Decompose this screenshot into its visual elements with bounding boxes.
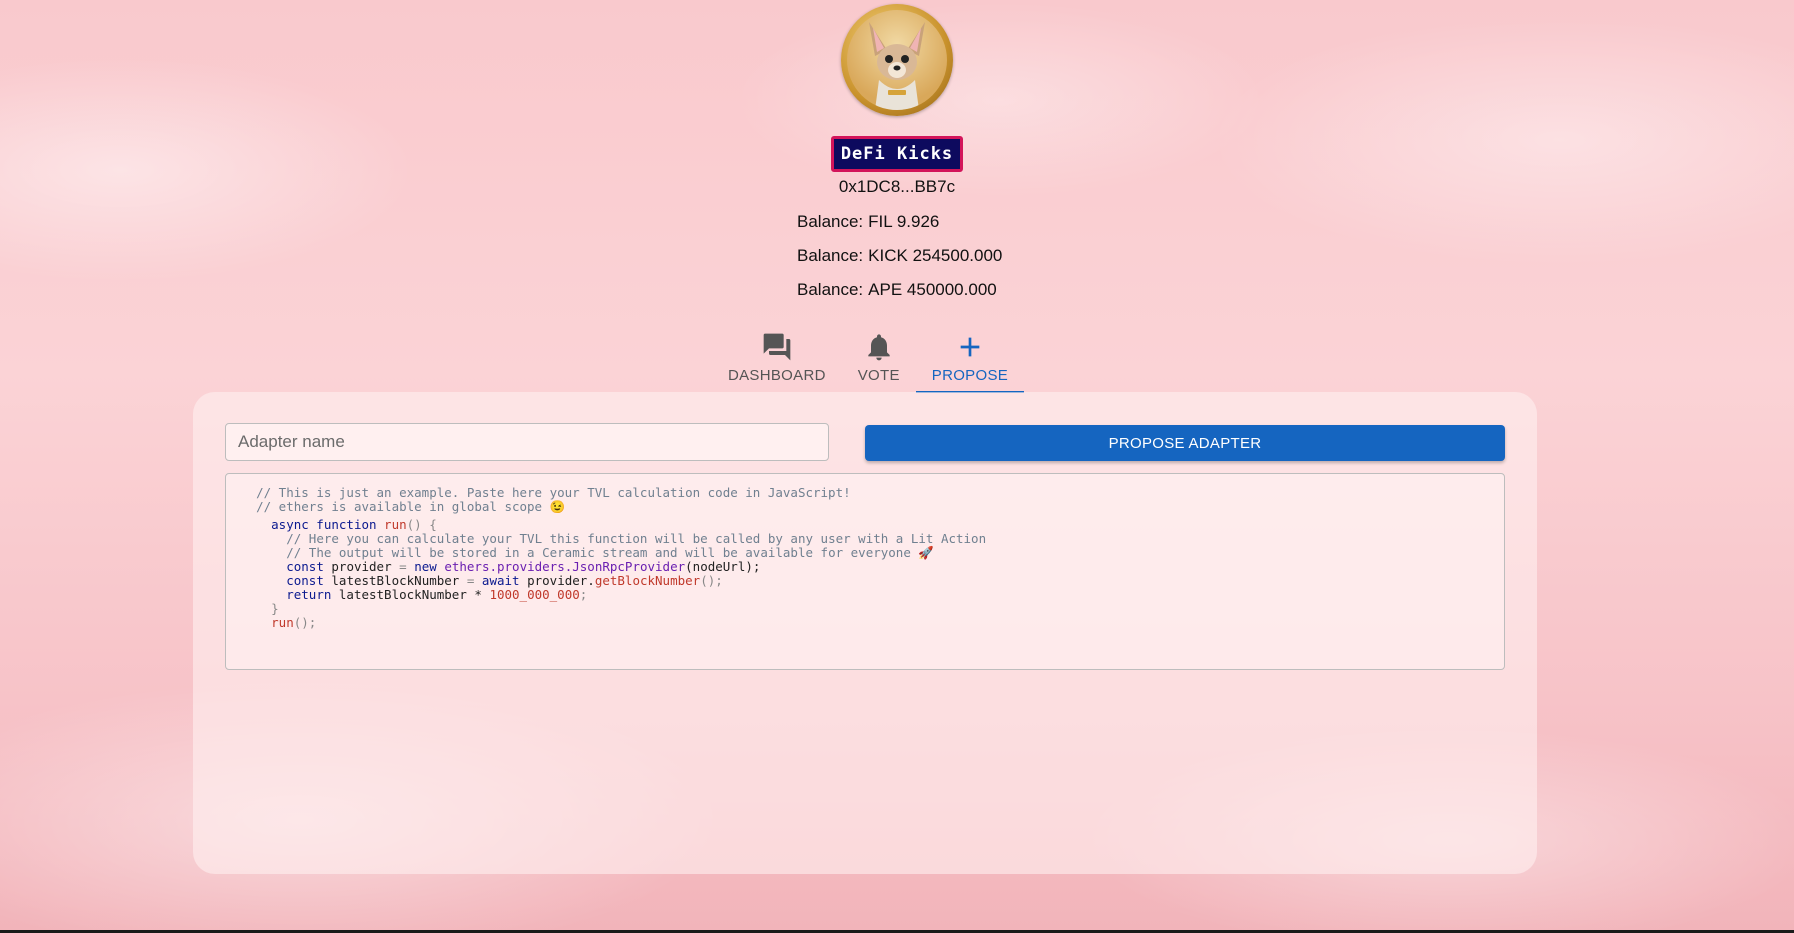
tab-label: VOTE (857, 366, 900, 384)
profile-header: DeFi Kicks 0x1DC8...BB7c Balance: FIL 9.9… (0, 0, 1794, 307)
code-punctuation: (); (293, 615, 317, 630)
tab-vote[interactable]: VOTE (842, 322, 916, 392)
code-comment: // Here you can calculate your TVL this … (286, 531, 987, 546)
balance-label: Balance: (797, 212, 864, 231)
code-keyword: await (481, 573, 520, 588)
code-function: getBlockNumber (594, 573, 701, 588)
code-class: JsonRpcProvider (572, 559, 686, 574)
balance-label: Balance: (797, 280, 864, 299)
propose-card: PROPOSE ADAPTER // This is just an examp… (193, 392, 1537, 874)
tab-label: DASHBOARD (728, 366, 826, 384)
balance-value: APE 450000.000 (868, 280, 997, 299)
code-punctuation: (); (700, 573, 723, 588)
code-keyword: return (286, 587, 332, 602)
adapter-name-input[interactable] (225, 423, 829, 461)
code-keyword: const (286, 559, 324, 574)
balance-value: KICK 254500.000 (868, 246, 1003, 265)
code-line: } (226, 602, 1504, 616)
code-number: 1000_000_000 (489, 587, 580, 602)
code-comment: // This is just an example. Paste here y… (256, 485, 851, 500)
wallet-address: 0x1DC8...BB7c (838, 177, 956, 196)
code-line: const provider = new ethers.providers.Js… (226, 560, 1504, 574)
code-expression: latestBlockNumber * (338, 587, 482, 602)
code-line: return latestBlockNumber * 1000_000_000; (226, 588, 1504, 602)
code-punctuation: ; (579, 587, 588, 602)
bell-icon (868, 333, 890, 360)
main-tabs: DASHBOARD VOTE PROPOSE (712, 322, 1025, 393)
code-identifier: provider (331, 559, 392, 574)
code-identifier: latestBlockNumber (331, 573, 460, 588)
plus-icon (960, 337, 980, 356)
code-punctuation: } (271, 601, 279, 616)
balance-list: Balance: FIL 9.926 Balance: KICK 254500.00… (797, 205, 1002, 307)
brand-logo: DeFi Kicks (830, 136, 964, 172)
code-keyword: new (414, 559, 437, 574)
balance-label: Balance: (797, 246, 864, 265)
code-function: run (384, 517, 407, 532)
tab-dashboard[interactable]: DASHBOARD (712, 322, 842, 392)
chihuahua-avatar-image (847, 10, 947, 110)
tab-label: PROPOSE (931, 366, 1009, 384)
code-line: // The output will be stored in a Cerami… (226, 546, 1504, 560)
code-operator: = (399, 559, 407, 574)
avatar (841, 4, 953, 116)
code-line: async function run() { (226, 518, 1504, 532)
code-comment: // ethers is available in global scope 😉 (256, 499, 566, 514)
balance-row: Balance: KICK 254500.000 (797, 239, 1002, 273)
code-line: // ethers is available in global scope 😉 (226, 500, 1504, 514)
balance-row: Balance: APE 450000.000 (797, 273, 997, 307)
code-line: // Here you can calculate your TVL this … (226, 532, 1504, 546)
code-comment: // The output will be stored in a Cerami… (286, 545, 934, 560)
code-keyword: async function (271, 517, 377, 532)
code-namespace: ethers.providers. (444, 559, 573, 574)
code-editor[interactable]: // This is just an example. Paste here y… (225, 473, 1505, 670)
code-line: run(); (226, 616, 1504, 630)
tab-propose[interactable]: PROPOSE (915, 322, 1025, 393)
code-args: (nodeUrl); (685, 559, 761, 574)
code-line: const latestBlockNumber = await provider… (226, 574, 1504, 588)
code-function: run (271, 615, 294, 630)
balance-row: Balance: FIL 9.926 (797, 205, 997, 239)
code-line: // This is just an example. Paste here y… (226, 486, 1504, 500)
code-punctuation: () { (406, 517, 437, 532)
balance-value: FIL 9.926 (868, 212, 940, 231)
code-operator: = (466, 573, 475, 588)
code-identifier: provider. (527, 573, 595, 588)
propose-adapter-button[interactable]: PROPOSE ADAPTER (865, 425, 1505, 461)
forum-icon (763, 333, 791, 360)
code-keyword: const (286, 573, 324, 588)
